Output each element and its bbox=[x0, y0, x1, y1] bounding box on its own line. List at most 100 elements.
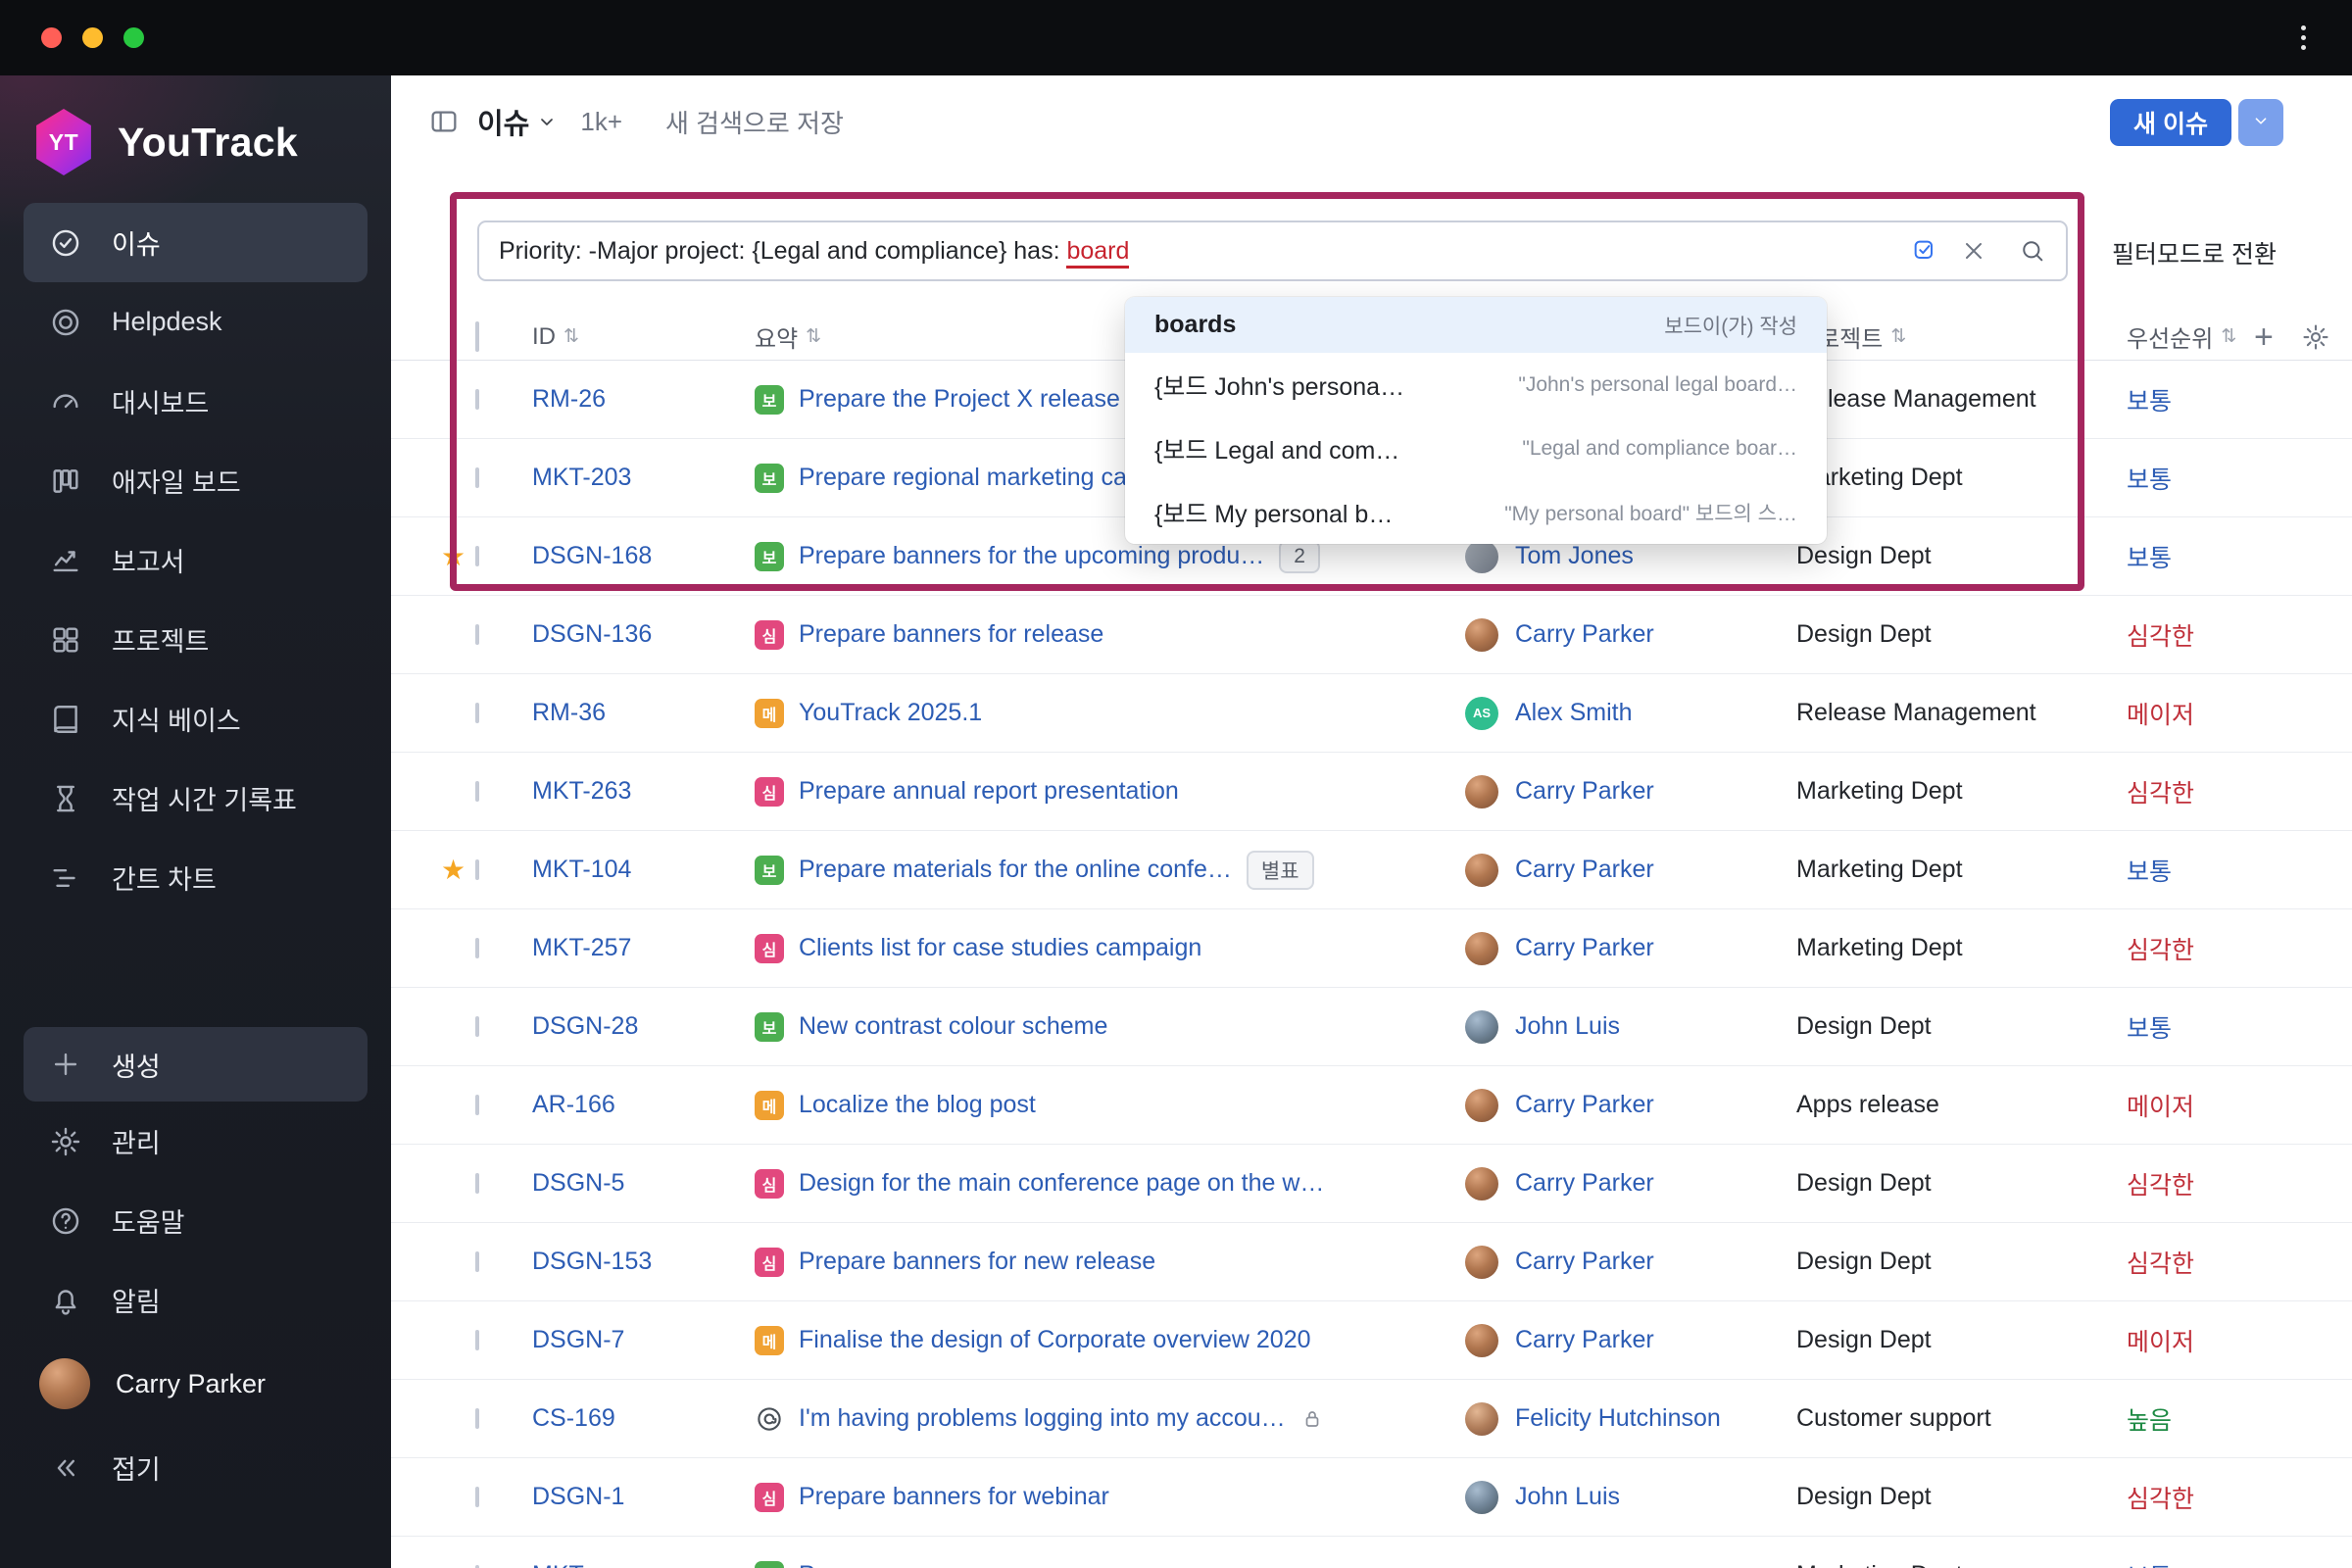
table-row[interactable]: ★ MKT-257 심 Clients list for case studie… bbox=[391, 909, 2352, 988]
assignee-link[interactable]: John Luis bbox=[1515, 1012, 1620, 1041]
issue-summary-link[interactable]: I'm having problems logging into my acco… bbox=[799, 1404, 1286, 1433]
issue-id-link[interactable]: MKT-263 bbox=[532, 777, 631, 805]
assignee-link[interactable]: Carry Parker bbox=[1515, 1248, 1654, 1276]
table-row[interactable]: ★ DSGN-153 심 Prepare banners for new rel… bbox=[391, 1223, 2352, 1301]
issue-summary-link[interactable]: YouTrack 2025.1 bbox=[799, 699, 982, 727]
table-row[interactable]: ★ MKT-263 심 Prepare annual report presen… bbox=[391, 753, 2352, 831]
row-checkbox[interactable] bbox=[475, 388, 479, 410]
issue-id-link[interactable]: MKT-257 bbox=[532, 934, 631, 961]
row-checkbox[interactable] bbox=[475, 780, 479, 802]
sidebar-item-bell[interactable]: 알림 bbox=[24, 1260, 368, 1340]
row-checkbox[interactable] bbox=[475, 1094, 479, 1115]
issue-summary-link[interactable]: Prepare the Project X release bbox=[799, 385, 1120, 414]
table-row[interactable]: ★ MKT-104 보 Prepare materials for the on… bbox=[391, 831, 2352, 909]
issue-id-link[interactable]: RM-36 bbox=[532, 699, 606, 726]
row-checkbox[interactable] bbox=[475, 1486, 479, 1507]
sidebar-item-projects[interactable]: 프로젝트 bbox=[24, 600, 368, 679]
assignee-link[interactable]: Carry Parker bbox=[1515, 1169, 1654, 1198]
row-checkbox[interactable] bbox=[475, 702, 479, 723]
window-minimize-button[interactable] bbox=[82, 27, 103, 48]
app-logo[interactable]: YT YouTrack bbox=[33, 109, 364, 175]
star-icon[interactable]: ★ bbox=[431, 540, 475, 572]
assignee-link[interactable]: John Luis bbox=[1515, 1483, 1620, 1511]
issue-summary-link[interactable]: Prepare banners for release bbox=[799, 620, 1103, 649]
issue-summary-link[interactable]: Localize the blog post bbox=[799, 1091, 1036, 1119]
row-checkbox[interactable] bbox=[475, 1407, 479, 1429]
window-zoom-button[interactable] bbox=[123, 27, 144, 48]
row-checkbox[interactable] bbox=[475, 1329, 479, 1350]
sidebar-item-timesheet[interactable]: 작업 시간 기록표 bbox=[24, 759, 368, 838]
table-row[interactable]: ★ DSGN-136 심 Prepare banners for release… bbox=[391, 596, 2352, 674]
page-title[interactable]: 이슈 bbox=[477, 101, 529, 142]
issue-id-link[interactable]: DSGN-5 bbox=[532, 1169, 624, 1197]
table-row[interactable]: ★ RM-36 메 YouTrack 2025.1 AS Alex Smith … bbox=[391, 674, 2352, 753]
autocomplete-item[interactable]: {보드 My personal b… "My personal board" 보… bbox=[1125, 480, 1827, 544]
row-checkbox[interactable] bbox=[475, 545, 479, 566]
issue-id-link[interactable]: DSGN-1 bbox=[532, 1483, 624, 1510]
issue-summary-link[interactable]: New contrast colour scheme bbox=[799, 1012, 1107, 1041]
issue-id-link[interactable]: MKT- bbox=[532, 1561, 591, 1568]
window-menu-icon[interactable] bbox=[2283, 18, 2323, 57]
issue-id-link[interactable]: DSGN-7 bbox=[532, 1326, 624, 1353]
row-checkbox[interactable] bbox=[475, 1250, 479, 1272]
window-close-button[interactable] bbox=[41, 27, 62, 48]
issue-id-link[interactable]: MKT-104 bbox=[532, 856, 631, 883]
issue-summary-link[interactable]: Prepare annual report presentation bbox=[799, 777, 1179, 806]
autocomplete-selected-row[interactable]: boards 보드이(가) 작성 bbox=[1125, 297, 1827, 353]
issue-id-link[interactable]: DSGN-136 bbox=[532, 620, 652, 648]
issue-id-link[interactable]: RM-26 bbox=[532, 385, 606, 413]
sidebar-item-agile[interactable]: 애자일 보드 bbox=[24, 441, 368, 520]
search-icon[interactable] bbox=[2019, 237, 2046, 265]
filter-mode-link[interactable]: 필터모드로 전환 bbox=[2112, 235, 2277, 270]
assignee-link[interactable]: Tom Jones bbox=[1515, 542, 1634, 570]
sidebar-item-helpdesk[interactable]: Helpdesk bbox=[24, 282, 368, 362]
search-input[interactable]: Priority: -Major project: {Legal and com… bbox=[477, 220, 2068, 281]
sidebar-item-help[interactable]: 도움말 bbox=[24, 1181, 368, 1260]
clear-search-icon[interactable] bbox=[1960, 237, 1987, 265]
column-header-priority[interactable]: 우선순위 ⇅ bbox=[2102, 319, 2254, 354]
new-issue-button[interactable]: 새 이슈 bbox=[2110, 99, 2231, 146]
issue-summary-link[interactable]: Clients list for case studies campaign bbox=[799, 934, 1201, 962]
issue-summary-link[interactable]: Prepare banners for new release bbox=[799, 1248, 1155, 1276]
row-checkbox[interactable] bbox=[475, 937, 479, 958]
table-row[interactable]: ★ MKT- 보 Prepare… Marketing Dept 보통 bbox=[391, 1537, 2352, 1568]
sidebar-collapse-button[interactable]: 접기 bbox=[24, 1428, 368, 1507]
issue-summary-link[interactable]: Finalise the design of Corporate overvie… bbox=[799, 1326, 1311, 1354]
add-column-button[interactable]: + bbox=[2254, 320, 2274, 354]
assignee-link[interactable]: Carry Parker bbox=[1515, 620, 1654, 649]
row-checkbox[interactable] bbox=[475, 858, 479, 880]
assignee-link[interactable]: Carry Parker bbox=[1515, 934, 1654, 962]
row-checkbox[interactable] bbox=[475, 466, 479, 488]
table-row[interactable]: ★ CS-169 I'm having problems logging int… bbox=[391, 1380, 2352, 1458]
sidebar-item-reports[interactable]: 보고서 bbox=[24, 520, 368, 600]
issue-summary-link[interactable]: Prepare banners for webinar bbox=[799, 1483, 1109, 1511]
table-settings-icon[interactable] bbox=[2301, 322, 2330, 352]
issue-id-link[interactable]: MKT-203 bbox=[532, 464, 631, 491]
select-all-checkbox[interactable] bbox=[475, 320, 479, 352]
sidebar-item-gear[interactable]: 관리 bbox=[24, 1102, 368, 1181]
sidebar-item-issues[interactable]: 이슈 bbox=[24, 203, 368, 282]
save-search-button[interactable]: 새 검색으로 저장 bbox=[665, 104, 844, 140]
table-row[interactable]: ★ DSGN-7 메 Finalise the design of Corpor… bbox=[391, 1301, 2352, 1380]
star-icon[interactable]: ★ bbox=[431, 854, 475, 886]
autocomplete-item[interactable]: {보드 Legal and com… "Legal and compliance… bbox=[1125, 416, 1827, 480]
assignee-link[interactable]: Alex Smith bbox=[1515, 699, 1632, 727]
issue-summary-link[interactable]: Prepare… bbox=[799, 1561, 910, 1568]
toggle-sidebar-icon[interactable] bbox=[428, 106, 460, 137]
user-menu[interactable]: Carry Parker bbox=[24, 1340, 368, 1428]
issue-summary-link[interactable]: Design for the main conference page on t… bbox=[799, 1169, 1324, 1198]
assignee-link[interactable]: Carry Parker bbox=[1515, 856, 1654, 884]
row-checkbox[interactable] bbox=[475, 623, 479, 645]
column-header-id[interactable]: ID ⇅ bbox=[524, 323, 750, 351]
issue-id-link[interactable]: CS-169 bbox=[532, 1404, 615, 1432]
row-checkbox[interactable] bbox=[475, 1172, 479, 1194]
sidebar-item-kb[interactable]: 지식 베이스 bbox=[24, 679, 368, 759]
table-row[interactable]: ★ DSGN-5 심 Design for the main conferenc… bbox=[391, 1145, 2352, 1223]
issue-id-link[interactable]: DSGN-153 bbox=[532, 1248, 652, 1275]
table-row[interactable]: ★ DSGN-1 심 Prepare banners for webinar J… bbox=[391, 1458, 2352, 1537]
assignee-link[interactable]: Carry Parker bbox=[1515, 1091, 1654, 1119]
table-row[interactable]: ★ AR-166 메 Localize the blog post Carry … bbox=[391, 1066, 2352, 1145]
column-header-project[interactable]: 프로젝트 ⇅ bbox=[1784, 319, 2102, 354]
chevron-down-icon[interactable] bbox=[535, 110, 559, 133]
table-row[interactable]: ★ DSGN-28 보 New contrast colour scheme J… bbox=[391, 988, 2352, 1066]
